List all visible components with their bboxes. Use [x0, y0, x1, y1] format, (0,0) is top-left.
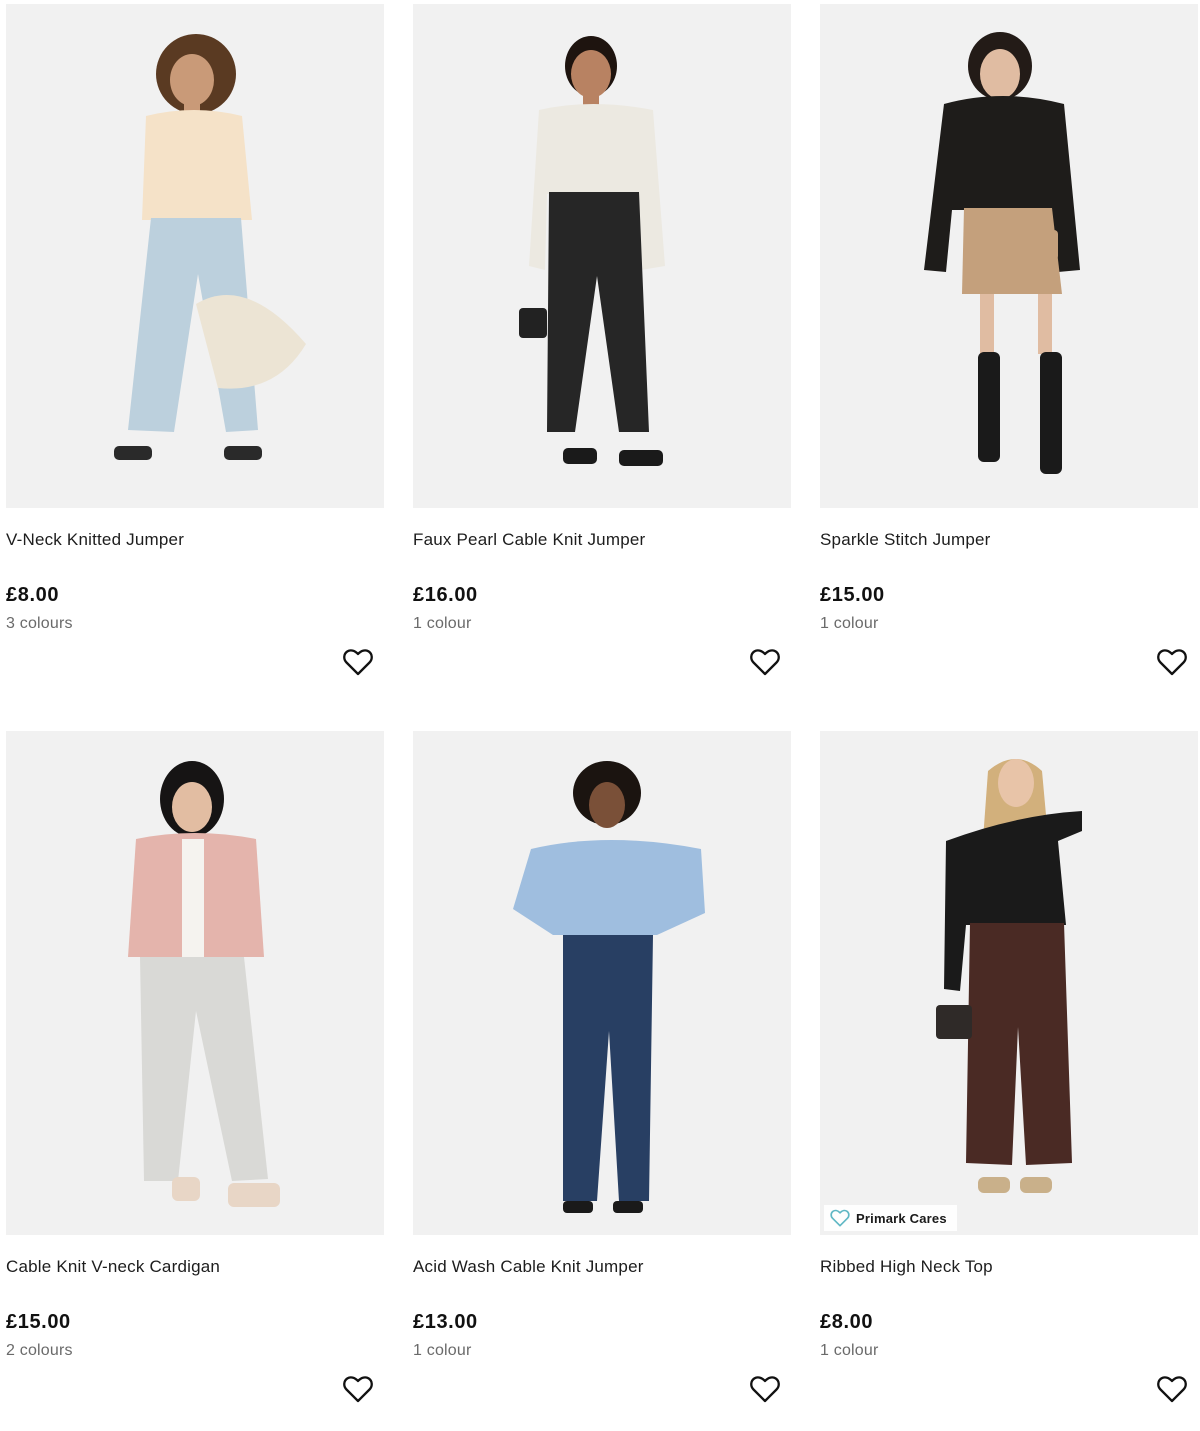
heart-outline-icon: [750, 1376, 780, 1403]
add-to-wishlist-button[interactable]: [342, 646, 374, 678]
product-card[interactable]: Faux Pearl Cable Knit Jumper £16.00 1 co…: [413, 4, 791, 704]
product-card[interactable]: Primark Cares Ribbed High Neck Top £8.00…: [820, 731, 1198, 1431]
product-colours: 3 colours: [6, 615, 73, 632]
heart-outline-icon: [750, 649, 780, 676]
product-title[interactable]: Faux Pearl Cable Knit Jumper: [413, 530, 645, 550]
heart-outline-icon: [1157, 649, 1187, 676]
product-colours: 1 colour: [413, 1342, 472, 1359]
product-title[interactable]: Sparkle Stitch Jumper: [820, 530, 991, 550]
heart-outline-icon: [830, 1209, 850, 1227]
product-image[interactable]: [820, 4, 1198, 508]
model-photo: [413, 4, 791, 508]
model-photo: [6, 4, 384, 508]
product-grid: V-Neck Knitted Jumper £8.00 3 colours Fa: [0, 0, 1200, 1405]
product-colours: 1 colour: [820, 1342, 879, 1359]
add-to-wishlist-button[interactable]: [342, 1373, 374, 1405]
product-image[interactable]: [6, 4, 384, 508]
product-colours: 1 colour: [820, 615, 879, 632]
heart-outline-icon: [343, 649, 373, 676]
product-card[interactable]: Sparkle Stitch Jumper £15.00 1 colour: [820, 4, 1198, 704]
product-card[interactable]: V-Neck Knitted Jumper £8.00 3 colours: [6, 4, 384, 704]
product-price: £13.00: [413, 1311, 478, 1333]
primark-cares-badge: Primark Cares: [824, 1205, 957, 1231]
product-title[interactable]: V-Neck Knitted Jumper: [6, 530, 184, 550]
model-photo: [820, 4, 1198, 508]
heart-outline-icon: [343, 1376, 373, 1403]
add-to-wishlist-button[interactable]: [1156, 1373, 1188, 1405]
product-colours: 1 colour: [413, 615, 472, 632]
product-image[interactable]: Primark Cares: [820, 731, 1198, 1235]
add-to-wishlist-button[interactable]: [749, 1373, 781, 1405]
product-title[interactable]: Acid Wash Cable Knit Jumper: [413, 1257, 644, 1277]
product-card[interactable]: Cable Knit V-neck Cardigan £15.00 2 colo…: [6, 731, 384, 1431]
product-title[interactable]: Cable Knit V-neck Cardigan: [6, 1257, 220, 1277]
product-colours: 2 colours: [6, 1342, 73, 1359]
product-price: £15.00: [6, 1311, 71, 1333]
product-image[interactable]: [413, 4, 791, 508]
badge-label: Primark Cares: [856, 1210, 947, 1226]
product-price: £8.00: [820, 1311, 874, 1333]
model-photo: [6, 731, 384, 1235]
add-to-wishlist-button[interactable]: [749, 646, 781, 678]
heart-outline-icon: [1157, 1376, 1187, 1403]
product-image[interactable]: [413, 731, 791, 1235]
model-photo: [413, 731, 791, 1235]
add-to-wishlist-button[interactable]: [1156, 646, 1188, 678]
product-card[interactable]: Acid Wash Cable Knit Jumper £13.00 1 col…: [413, 731, 791, 1431]
product-price: £16.00: [413, 584, 478, 606]
product-price: £15.00: [820, 584, 885, 606]
product-title[interactable]: Ribbed High Neck Top: [820, 1257, 993, 1277]
product-price: £8.00: [6, 584, 60, 606]
product-image[interactable]: [6, 731, 384, 1235]
model-photo: [820, 731, 1198, 1235]
